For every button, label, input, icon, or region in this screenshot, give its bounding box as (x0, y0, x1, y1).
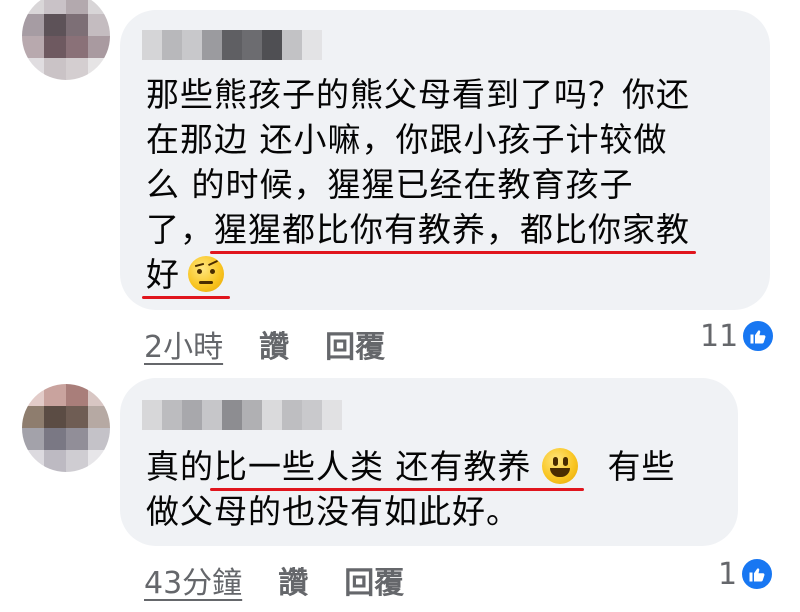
comment-2: 真的比一些人类 还有教养 有些 做父母的也没有如此好。 43分鐘 讚 回覆 1 (0, 370, 800, 612)
comment-actions: 2小時 讚 回覆 (144, 322, 385, 366)
reply-button[interactable]: 回覆 (325, 322, 385, 366)
like-button[interactable]: 讚 (278, 558, 308, 602)
thumbs-up-icon (739, 556, 776, 592)
comment-line: 那些熊孩子的熊父母看到了吗？你还 (146, 75, 690, 114)
reaction-count: 11 (700, 318, 739, 354)
highlighted-text: 猩猩都比你有教养，都比你家教 (210, 207, 696, 254)
reaction-count: 1 (718, 556, 738, 592)
highlighted-text: 比一些人类 还有教养 (210, 444, 583, 491)
highlighted-text: 好 (142, 252, 230, 299)
comment-line: 做父母的也没有如此好。 (146, 492, 520, 531)
reaction-summary[interactable]: 1 (718, 556, 776, 592)
timestamp-link[interactable]: 2小時 (144, 322, 223, 366)
reply-button[interactable]: 回覆 (344, 558, 404, 602)
smiling-face-icon (541, 448, 578, 484)
comment-text: 那些熊孩子的熊父母看到了吗？你还 在那边 还小嘛，你跟小孩子计较做 么 的时候，… (142, 72, 696, 299)
avatar[interactable] (22, 0, 110, 80)
timestamp-link[interactable]: 43分鐘 (144, 558, 242, 602)
comment-line: 真的比一些人类 还有教养 有些 (146, 444, 676, 491)
like-button[interactable]: 讚 (259, 322, 289, 366)
face-with-raised-eyebrow-icon (188, 256, 224, 292)
comment-bubble: 真的比一些人类 还有教养 有些 做父母的也没有如此好。 (120, 378, 738, 546)
comment-text: 真的比一些人类 还有教养 有些 做父母的也没有如此好。 (146, 444, 676, 534)
comment-line: 在那边 还小嘛，你跟小孩子计较做 (146, 120, 668, 159)
comment-bubble: 那些熊孩子的熊父母看到了吗？你还 在那边 还小嘛，你跟小孩子计较做 么 的时候，… (120, 10, 770, 310)
comment-1: 那些熊孩子的熊父母看到了吗？你还 在那边 还小嘛，你跟小孩子计较做 么 的时候，… (0, 0, 800, 370)
reaction-summary[interactable]: 11 (700, 318, 777, 354)
comment-line: 么 的时候，猩猩已经在教育孩子 (146, 165, 634, 204)
comment-line: 好 (142, 252, 690, 299)
thumbs-up-icon (740, 318, 777, 354)
avatar[interactable] (22, 384, 110, 472)
comment-actions: 43分鐘 讚 回覆 (144, 558, 404, 602)
author-name-blurred[interactable] (142, 400, 342, 430)
author-name-blurred[interactable] (142, 30, 322, 60)
comment-line: 了，猩猩都比你有教养，都比你家教 (146, 207, 696, 254)
